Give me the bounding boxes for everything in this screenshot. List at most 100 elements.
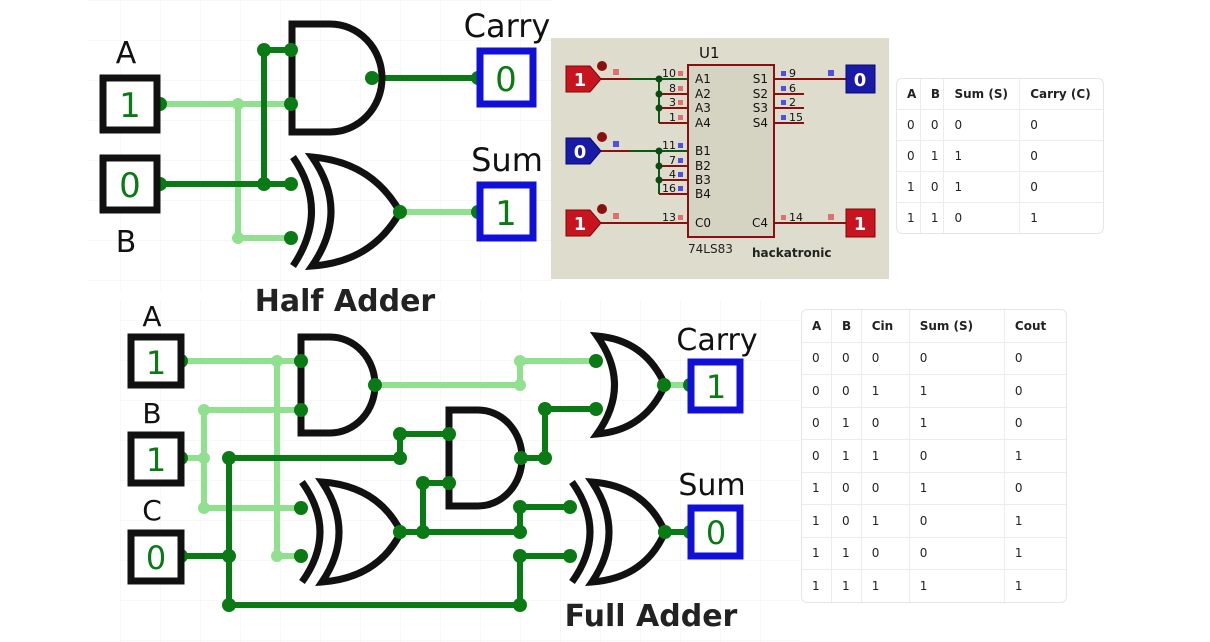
ic-part-number: 74LS83 [688,242,733,256]
fa-output-sum-label: Sum [678,468,745,503]
table-cell: 0 [909,537,1005,570]
ic-pin-name: B4 [695,187,711,201]
table-header-cell: Cin [861,310,910,343]
table-cell: 0 [861,407,910,440]
table-cell: 1 [861,440,910,473]
table-cell: 1 [910,570,1005,602]
table-row: 0110 [897,141,1103,172]
ic-pin-state-marker [678,215,683,220]
ic-pin-state-marker [781,100,786,105]
fa-output-sum-value: 0 [706,514,726,552]
ic-pin-name: B3 [695,173,711,187]
table-cell: 0 [909,505,1005,538]
table-cell: 1 [831,407,862,440]
ic-designator: U1 [699,44,720,62]
fa-input-b-value: 1 [146,441,166,479]
table-cell: 0 [861,472,910,505]
ic-pin-name: S3 [753,101,768,115]
table-cell: 0 [831,505,862,538]
table-header-cell: Carry (C) [1020,79,1103,110]
table-cell: 1 [802,505,832,538]
ic-pin-number: 10 [662,67,676,80]
ic-pin-number: 6 [789,82,796,95]
table-cell: 0 [831,472,862,505]
table-row: 00000 [802,342,1066,375]
table-cell: 1 [862,570,910,602]
table-cell: 0 [1004,473,1066,505]
table-cell: 0 [802,375,832,408]
table-header-cell: A [802,310,832,343]
table-cell: 1 [1004,440,1066,473]
ic-pin-number: 14 [789,211,803,224]
table-cell: 0 [909,342,1005,375]
table-row: 01101 [802,440,1066,473]
table-row: 1101 [897,203,1103,233]
ic-pin-state-marker [678,143,683,148]
ic-pin-state-marker [781,71,786,76]
ic-pin-name: A2 [695,87,711,101]
ic-pin-number: 1 [669,111,676,124]
table-cell: 1 [861,505,910,538]
ic-pin-number: 2 [789,96,796,109]
ic-pin-name: A1 [695,72,711,86]
table-row: 00110 [802,375,1066,408]
ic-pin-name: B2 [695,159,711,173]
ic-input-b-value: 0 [574,142,587,163]
table-cell: 1 [909,407,1005,440]
ic-output-s1-value: 0 [854,70,867,91]
table-cell: 1 [944,141,1021,172]
table-cell: 1 [1004,538,1066,570]
ic-pin-name: S1 [753,72,768,86]
input-b-value: 0 [119,166,141,206]
ic-output-c4-value: 1 [854,214,867,235]
table-cell: 1 [897,203,921,233]
table-cell: 1 [861,375,910,408]
output-sum-label: Sum [471,141,543,179]
table-row: 10010 [802,472,1066,505]
ic-pin-state-marker [781,115,786,120]
table-cell: 1 [921,203,945,233]
table-row: 0000 [897,110,1103,141]
table-cell: 0 [1004,408,1066,440]
table-cell: 1 [909,472,1005,505]
ic-brand: hackatronic [752,246,832,260]
table-cell: 1 [802,472,832,505]
fa-input-b-label: B [142,397,161,430]
ic-pin-state-marker [678,100,683,105]
ic-pin-name: A3 [695,101,711,115]
table-row: 10101 [802,505,1066,538]
table-cell: 0 [1004,375,1066,408]
ic-pin-name: C4 [752,216,768,230]
table-header-cell: Sum (S) [909,310,1005,343]
ic-pin-name: C0 [695,216,711,230]
fa-input-a-value: 1 [146,344,166,382]
full-adder-title: Full Adder [565,599,738,634]
table-cell: 0 [897,141,921,172]
ic-pin-name: A4 [695,116,711,130]
table-cell: 0 [802,440,832,473]
ic-simulation-panel: U1 74LS83 hackatronic 10 A18 A23 A31 A411 B17… [551,38,889,279]
ic-pin-number: 3 [669,96,676,109]
table-cell: 1 [920,141,945,172]
output-carry-value: 0 [495,60,517,100]
output-carry-label: Carry [464,7,551,45]
fa-output-carry-label: Carry [676,323,757,358]
table-row: 11001 [802,537,1066,570]
table-row: 1010 [897,172,1103,203]
table-cell: 0 [831,342,862,375]
table-row: 11111 [802,570,1066,602]
table-cell: 1 [1004,505,1066,538]
table-cell: 1 [944,172,1021,203]
ic-pin-state-marker [678,172,683,177]
ic-pin-state-marker [678,186,683,191]
table-cell: 1 [897,172,921,203]
table-cell: 0 [1004,343,1066,375]
table-cell: 1 [802,537,832,570]
table-cell: 1 [831,537,862,570]
half-adder-truth-table: A B Sum (S) Carry (C) 0000011010101101 [896,78,1104,234]
ic-pin-name: S4 [753,116,768,130]
full-adder-truth-table: A B Cin Sum (S) Cout 00000001100101001101100… [801,309,1067,603]
table-cell: 1 [1030,211,1038,225]
ic-pin-number: 7 [669,154,676,167]
table-header-cell: B [920,79,945,110]
